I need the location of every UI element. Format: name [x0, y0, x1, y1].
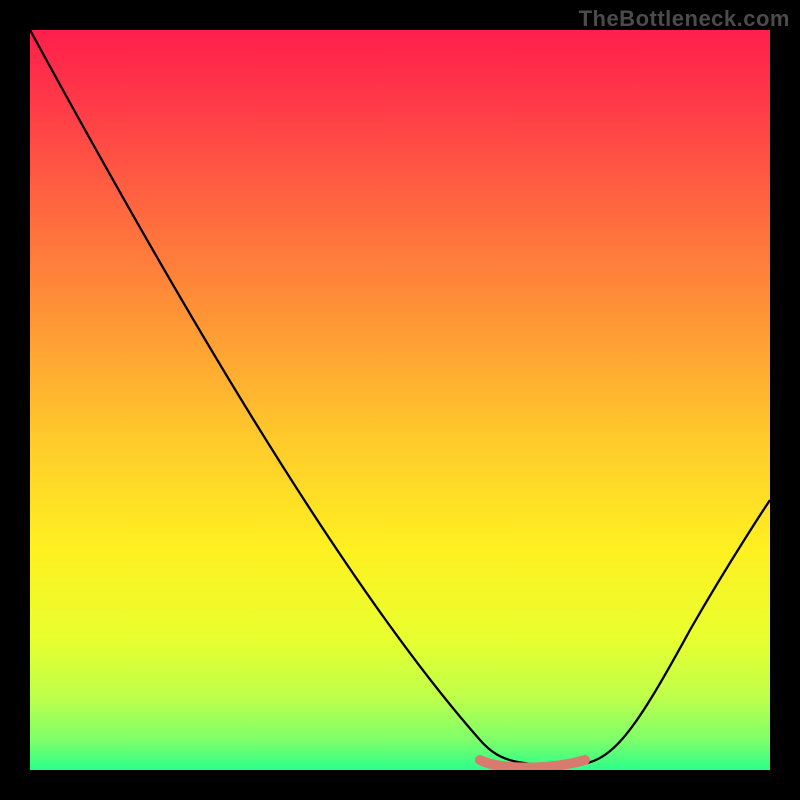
- plot-svg: [30, 30, 770, 770]
- watermark-text: TheBottleneck.com: [579, 6, 790, 32]
- plot-area: [30, 30, 770, 770]
- chart-frame: TheBottleneck.com: [0, 0, 800, 800]
- plot-background: [30, 30, 770, 770]
